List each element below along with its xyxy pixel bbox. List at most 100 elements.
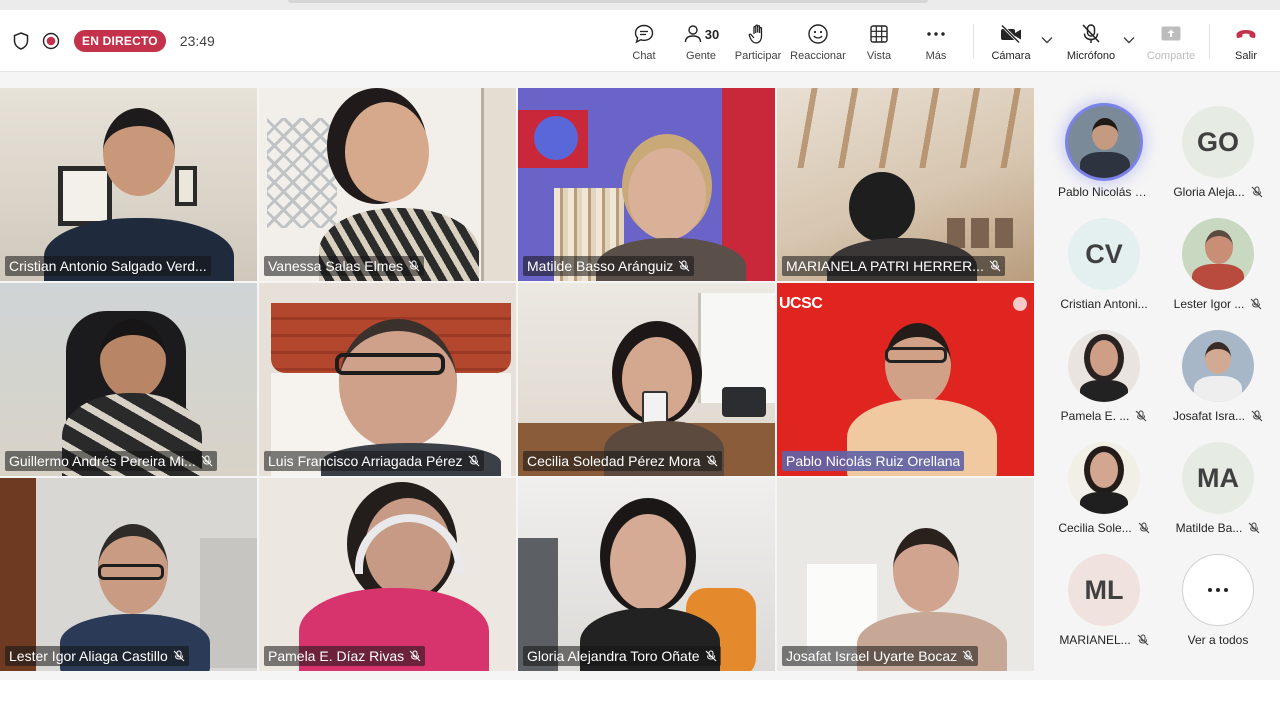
react-button[interactable]: Reaccionar	[790, 10, 846, 72]
meeting-status: EN DIRECTO 23:49	[6, 10, 215, 72]
meeting-stage: Cristian Antonio Salgado Verd... Vanessa…	[0, 72, 1280, 680]
roster-item[interactable]: Pablo Nicolás R...	[1048, 106, 1160, 199]
mic-off-icon	[1248, 522, 1260, 534]
video-tile[interactable]: Guillermo Andrés Pereira Mi...	[0, 283, 257, 476]
avatar-photo-body	[1192, 264, 1244, 290]
mic-off-icon	[409, 650, 421, 662]
microphone-button[interactable]: Micrófono	[1062, 10, 1120, 72]
mic-options-chevron-down-icon[interactable]	[1123, 36, 1135, 44]
people-button[interactable]: 30 Gente	[680, 10, 722, 72]
avatar-photo-head	[1092, 118, 1118, 150]
camera-label: Cámara	[991, 50, 1031, 62]
chat-button[interactable]: Chat	[624, 10, 664, 72]
video-tile[interactable]: Lester Igor Aliaga Castillo	[0, 478, 257, 671]
avatar-photo-head	[1090, 452, 1118, 488]
avatar-photo-head	[1205, 230, 1233, 264]
react-label: Reaccionar	[790, 50, 846, 62]
view-label: Vista	[866, 50, 892, 62]
roster-item[interactable]: ML MARIANEL...	[1048, 554, 1160, 647]
mic-off-icon	[1251, 186, 1263, 198]
video-tile[interactable]: Pamela E. Díaz Rivas	[259, 478, 516, 671]
mic-off-icon	[1082, 24, 1100, 43]
roster-name: Matilde Ba...	[1175, 521, 1243, 535]
roster-item[interactable]: Josafat Isra...	[1162, 330, 1274, 423]
shield-icon[interactable]	[6, 26, 36, 56]
chat-icon	[634, 24, 654, 44]
avatar-photo-body	[1080, 380, 1128, 402]
participant-name-label: Gloria Alejandra Toro Oñate	[523, 646, 721, 666]
see-all-avatar	[1182, 554, 1254, 626]
avatar-initials: MA	[1197, 462, 1239, 493]
leave-label: Salir	[1234, 50, 1257, 62]
people-label: Gente	[686, 50, 716, 62]
roster-item[interactable]: Cecilia Sole...	[1048, 442, 1160, 535]
mic-off-icon	[1250, 298, 1262, 310]
video-tile[interactable]: UCSC Pablo Nicolás Ruiz Orellana	[777, 283, 1034, 476]
live-badge: EN DIRECTO	[74, 30, 166, 52]
diamond-pattern	[267, 118, 337, 228]
video-tile[interactable]: Vanessa Salas Elmes	[259, 88, 516, 281]
camera-button[interactable]: Cámara	[988, 10, 1034, 72]
roster-name: Cecilia Sole...	[1058, 521, 1132, 535]
video-tile[interactable]: Luis Francisco Arriagada Pérez	[259, 283, 516, 476]
video-tile[interactable]: Matilde Basso Aránguiz	[518, 88, 775, 281]
recording-icon	[36, 26, 66, 56]
share-button[interactable]: Comparte	[1144, 10, 1198, 72]
see-all-button[interactable]: Ver a todos	[1162, 554, 1274, 647]
roster-item[interactable]: Lester Igor ...	[1162, 218, 1274, 311]
bottom-area	[0, 680, 1280, 720]
wall-frame	[58, 166, 112, 226]
video-tile[interactable]: Cecilia Soledad Pérez Mora	[518, 283, 775, 476]
roster-name: Cristian Antoni...	[1060, 297, 1148, 311]
camera-options-chevron-down-icon[interactable]	[1041, 36, 1053, 44]
share-screen-icon	[1161, 26, 1181, 41]
raise-hand-label: Participar	[734, 50, 782, 62]
mic-off-icon	[678, 260, 690, 272]
more-label: Más	[925, 50, 947, 62]
blue-circle	[534, 116, 578, 160]
mic-off-icon	[706, 455, 717, 467]
mic-off-icon	[173, 650, 185, 662]
more-button[interactable]: Más	[918, 10, 954, 72]
roster-item[interactable]: MA Matilde Ba...	[1162, 442, 1274, 535]
meeting-timer: 23:49	[179, 33, 215, 49]
video-tile[interactable]: Gloria Alejandra Toro Oñate	[518, 478, 775, 671]
address-pill	[288, 0, 928, 3]
roster-name: MARIANEL...	[1059, 633, 1131, 647]
participant-name-label: Guillermo Andrés Pereira Mi...	[5, 451, 217, 471]
mic-off-icon	[962, 650, 974, 662]
raise-hand-icon	[748, 24, 763, 44]
view-button[interactable]: Vista	[860, 10, 898, 72]
video-tile[interactable]: Cristian Antonio Salgado Verd...	[0, 88, 257, 281]
mug	[642, 391, 668, 425]
grid-view-icon	[870, 25, 888, 43]
roster-item[interactable]: CV Cristian Antoni...	[1048, 218, 1160, 311]
chat-label: Chat	[632, 50, 656, 62]
roster-item[interactable]: GO Gloria Aleja...	[1162, 106, 1274, 199]
avatar: MA	[1182, 442, 1254, 514]
wall-pictures	[947, 218, 1017, 248]
participant-head	[885, 323, 951, 405]
participant-head	[345, 102, 429, 202]
video-tile[interactable]: MARIANELA PATRI HERRER...	[777, 88, 1034, 281]
people-count: 30	[704, 26, 720, 42]
video-tile[interactable]: Josafat Israel Uyarte Bocaz	[777, 478, 1034, 671]
microphone-label: Micrófono	[1066, 50, 1116, 62]
roster-item[interactable]: Pamela E. ...	[1048, 330, 1160, 423]
avatar-initials: GO	[1196, 126, 1239, 157]
avatar-photo-head	[1205, 342, 1231, 374]
participant-head	[893, 528, 959, 612]
mic-off-icon	[1251, 410, 1263, 422]
glasses	[98, 564, 164, 580]
mic-off-icon	[408, 260, 420, 272]
mic-off-icon	[1135, 410, 1147, 422]
avatar-photo-head	[1090, 340, 1118, 376]
avatar: CV	[1068, 218, 1140, 290]
mic-off-icon	[468, 455, 479, 467]
participant-head	[849, 172, 915, 242]
avatar	[1182, 218, 1254, 290]
door-panel	[481, 88, 516, 281]
leave-button[interactable]: Salir	[1224, 10, 1268, 72]
smiley-icon	[808, 24, 828, 44]
raise-hand-button[interactable]: Participar	[734, 10, 782, 72]
